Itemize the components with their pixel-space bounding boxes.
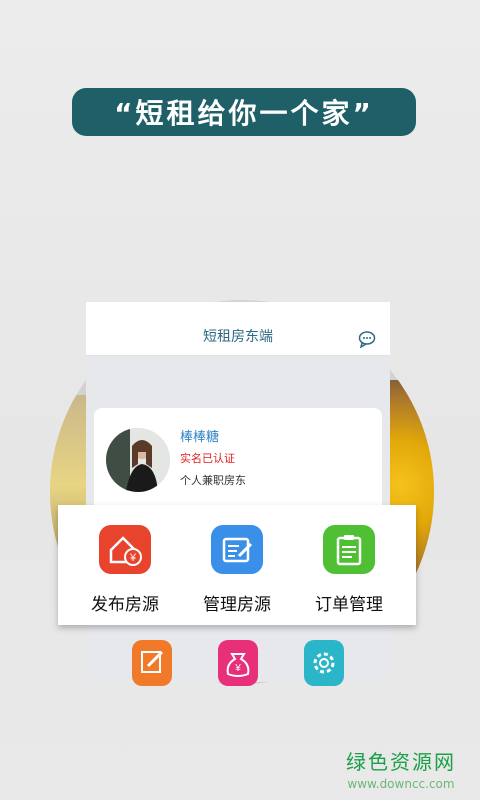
page-title: 短租房东端 — [203, 328, 273, 345]
chat-bubble-icon[interactable] — [358, 330, 376, 349]
svg-text:¥: ¥ — [234, 663, 241, 674]
money-bag-icon[interactable]: ¥ — [218, 640, 258, 686]
nav-bar: 短租房东端 — [86, 302, 390, 356]
watermark: 绿色资源网 www.downcc.com — [346, 746, 456, 791]
clipboard-icon — [323, 525, 375, 574]
main-actions-bar: ¥ 发布房源 管理房源 订单管理 — [58, 505, 416, 625]
avatar[interactable] — [106, 428, 170, 492]
promo-page: “短租给你一个家” 短租房东端 棒棒糖 实名已认证 个人兼职房东 ¥ ¥ 发布房… — [0, 0, 480, 800]
order-management-label: 订单管理 — [315, 595, 383, 615]
publish-listing-button[interactable]: ¥ 发布房源 — [70, 525, 180, 615]
svg-text:¥: ¥ — [129, 552, 137, 564]
edit-list-icon — [211, 525, 263, 574]
watermark-url: www.downcc.com — [347, 777, 455, 791]
verified-badge: 实名已认证 — [180, 452, 235, 465]
publish-listing-label: 发布房源 — [91, 595, 159, 615]
watermark-title: 绿色资源网 — [346, 750, 456, 774]
order-management-button[interactable]: 订单管理 — [294, 525, 404, 615]
user-role: 个人兼职房东 — [180, 474, 246, 487]
user-name: 棒棒糖 — [180, 430, 220, 445]
house-yen-icon: ¥ — [99, 525, 151, 574]
profile-card[interactable]: 棒棒糖 实名已认证 个人兼职房东 — [94, 408, 382, 518]
pencil-icon[interactable] — [132, 640, 172, 686]
slogan-banner: “短租给你一个家” — [72, 88, 416, 136]
gear-icon[interactable] — [304, 640, 344, 686]
manage-listings-label: 管理房源 — [203, 595, 271, 615]
phone-screen: 短租房东端 棒棒糖 实名已认证 个人兼职房东 ¥ — [86, 302, 390, 686]
more-actions-row: ¥ — [126, 640, 356, 686]
manage-listings-button[interactable]: 管理房源 — [182, 525, 292, 615]
slogan-text: “短租给你一个家” — [114, 97, 374, 130]
